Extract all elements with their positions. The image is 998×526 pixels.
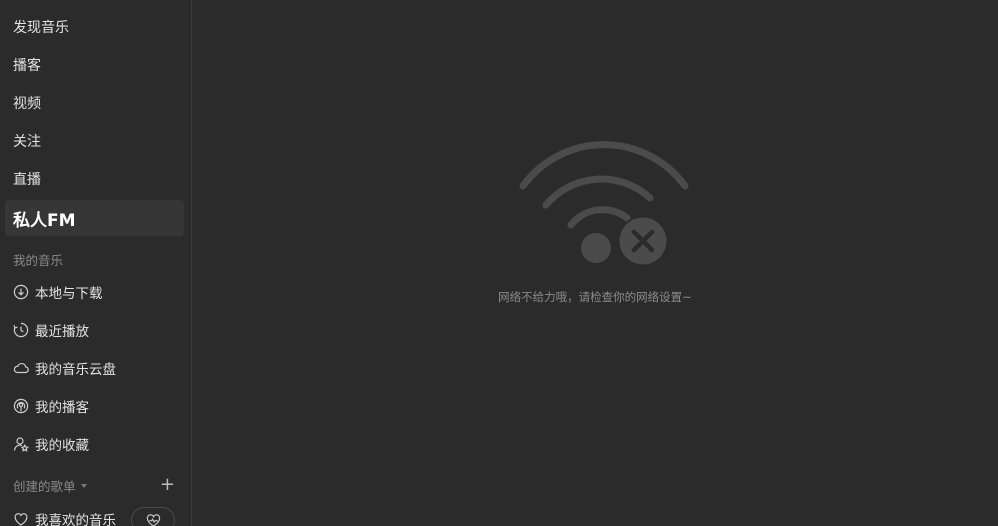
- nav-label: 发现音乐: [13, 20, 69, 36]
- playlist-item-label: 我喜欢的音乐: [35, 513, 116, 526]
- my-item-label: 本地与下载: [35, 286, 103, 302]
- heartbeat-icon: [145, 513, 162, 526]
- user-star-icon: [12, 436, 29, 453]
- nav-personal-fm[interactable]: 私人FM: [5, 200, 184, 236]
- app-window: 发现音乐 播客 视频 关注 直播 私人FM 我的音乐 本地与下载 最近播放 我的…: [0, 0, 998, 526]
- caret-down-icon: [80, 483, 87, 488]
- nav-label: 直播: [13, 172, 41, 188]
- add-playlist-button[interactable]: +: [160, 476, 175, 494]
- wifi-disconnected-icon: [519, 140, 689, 268]
- sidebar: 发现音乐 播客 视频 关注 直播 私人FM 我的音乐 本地与下载 最近播放 我的…: [0, 0, 192, 526]
- cloud-icon: [12, 360, 29, 377]
- my-item-local-download[interactable]: 本地与下载: [12, 280, 103, 304]
- my-item-my-podcast[interactable]: 我的播客: [12, 394, 89, 418]
- my-item-label: 我的收藏: [35, 438, 89, 454]
- heartbeat-mode-button[interactable]: [131, 507, 175, 526]
- created-playlists-title: 创建的歌单: [13, 476, 87, 495]
- my-item-label: 我的播客: [35, 400, 89, 416]
- recent-clock-icon: [12, 322, 29, 339]
- nav-live[interactable]: 直播: [5, 161, 184, 197]
- nav-podcast[interactable]: 播客: [5, 47, 184, 83]
- nav-label: 视频: [13, 96, 41, 112]
- my-item-label: 我的音乐云盘: [35, 362, 116, 378]
- download-icon: [12, 284, 29, 301]
- nav-label: 私人FM: [13, 210, 76, 231]
- my-item-music-cloud[interactable]: 我的音乐云盘: [12, 356, 116, 380]
- my-music-section-title: 我的音乐: [13, 253, 64, 268]
- heart-icon: [12, 511, 29, 526]
- created-playlists-header[interactable]: 创建的歌单 +: [13, 476, 175, 494]
- my-item-recent-play[interactable]: 最近播放: [12, 318, 89, 342]
- created-playlists-title-text: 创建的歌单: [13, 478, 76, 494]
- main-content: 网络不给力哦，请检查你的网络设置~: [192, 0, 998, 526]
- podcast-icon: [12, 398, 29, 415]
- my-item-label: 最近播放: [35, 324, 89, 340]
- nav-label: 播客: [13, 58, 41, 74]
- nav-discover-music[interactable]: 发现音乐: [5, 9, 184, 45]
- nav-follow[interactable]: 关注: [5, 123, 184, 159]
- nav-video[interactable]: 视频: [5, 85, 184, 121]
- playlist-item-liked-music[interactable]: 我喜欢的音乐: [12, 507, 116, 526]
- offline-message: 网络不给力哦，请检查你的网络设置~: [498, 290, 692, 304]
- nav-label: 关注: [13, 134, 41, 150]
- my-item-my-collection[interactable]: 我的收藏: [12, 432, 89, 456]
